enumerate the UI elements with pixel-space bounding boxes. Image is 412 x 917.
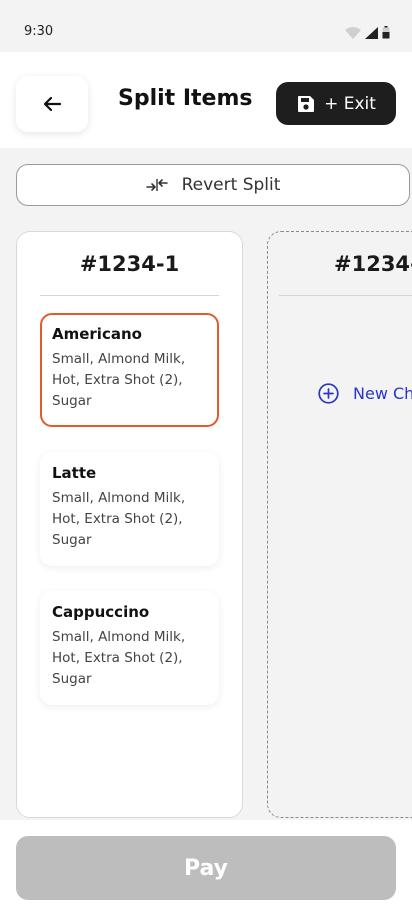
page-title: Split Items	[118, 86, 253, 111]
divider	[40, 295, 219, 296]
exit-label: + Exit	[324, 93, 376, 114]
status-bar: 9:30	[0, 0, 412, 52]
save-icon	[298, 95, 315, 112]
wifi-icon	[345, 26, 361, 39]
plus-circle-icon	[318, 383, 339, 404]
order-item-latte[interactable]: Latte Small, Almond Milk, Hot, Extra Sho…	[40, 452, 219, 566]
back-button[interactable]	[16, 76, 88, 132]
footer: Pay	[0, 820, 412, 917]
new-check-title: #1234-	[334, 252, 412, 276]
new-check-label: New Ch	[353, 384, 412, 403]
revert-split-button[interactable]: Revert Split	[16, 164, 410, 206]
signal-icon	[365, 26, 378, 39]
item-name: Cappuccino	[52, 603, 150, 621]
save-exit-button[interactable]: + Exit	[276, 82, 396, 125]
battery-icon	[382, 26, 390, 39]
item-name: Latte	[52, 464, 97, 482]
item-modifiers: Small, Almond Milk, Hot, Extra Shot (2),…	[52, 490, 186, 548]
pay-button[interactable]: Pay	[16, 836, 396, 900]
header: Split Items + Exit	[0, 52, 412, 148]
item-modifiers: Small, Almond Milk, Hot, Extra Shot (2),…	[52, 351, 186, 409]
check-title: #1234-1	[79, 252, 180, 276]
order-item-americano[interactable]: Americano Small, Almond Milk, Hot, Extra…	[40, 313, 219, 427]
item-modifiers: Small, Almond Milk, Hot, Extra Shot (2),…	[52, 629, 186, 687]
status-icons	[345, 26, 390, 39]
revert-split-label: Revert Split	[181, 175, 281, 195]
item-name: Americano	[52, 325, 142, 343]
check-card: #1234-1 Americano Small, Almond Milk, Ho…	[16, 231, 243, 818]
status-time: 9:30	[24, 24, 54, 39]
divider	[279, 295, 412, 296]
new-check-card[interactable]: #1234- New Ch	[267, 231, 412, 818]
new-check-button[interactable]: New Ch	[318, 383, 412, 404]
merge-arrows-icon	[145, 179, 168, 191]
order-item-cappuccino[interactable]: Cappuccino Small, Almond Milk, Hot, Extr…	[40, 591, 219, 705]
arrow-left-icon	[43, 96, 62, 112]
